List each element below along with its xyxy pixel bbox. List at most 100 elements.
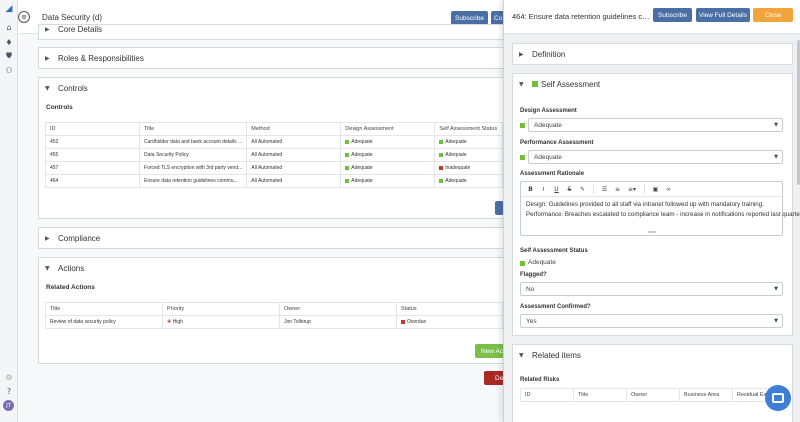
cell-method: All Automated xyxy=(246,135,342,149)
priority-high-icon: ✚ xyxy=(167,319,172,325)
rationale-editor[interactable]: B I U S ✎ ☰ ≡ ≡▾ ▣ ∞ Design: Guidelines … xyxy=(520,181,800,236)
cell-id: 452 xyxy=(45,135,140,149)
confirmed-select[interactable]: Yes ▼ xyxy=(520,314,783,328)
roles-header[interactable]: ▶ Roles & Responsibilities xyxy=(39,48,507,68)
definition-header[interactable]: ▶ Definition xyxy=(513,44,792,64)
column-header[interactable]: Title xyxy=(138,122,248,136)
section-title: Related items xyxy=(532,350,581,360)
cell-design: Adequate xyxy=(340,148,436,162)
bell-icon[interactable]: ♦ xyxy=(4,37,14,47)
table-row[interactable]: 457 Forced TLS encryption with 3rd party… xyxy=(45,161,503,175)
clear-format-icon[interactable]: ✎ xyxy=(577,184,588,194)
self-assessment-header[interactable]: ▼ Self Assessment xyxy=(513,74,792,94)
control-drawer: 464: Ensure data retention guidelines co… xyxy=(503,0,800,422)
status-square-icon xyxy=(439,165,444,170)
related-items-header[interactable]: ▼ Related items xyxy=(513,345,792,365)
chevron-down-icon: ▼ xyxy=(45,84,50,92)
shield-icon[interactable]: ⛊ xyxy=(4,51,14,61)
column-header[interactable]: Priority xyxy=(162,302,280,316)
design-assessment-select[interactable]: Adequate ▼ xyxy=(528,118,783,132)
avatar[interactable]: JT xyxy=(3,400,14,411)
underline-icon[interactable]: U xyxy=(551,184,562,194)
table-row[interactable]: 452 Cardholder data and bank account det… xyxy=(45,135,503,149)
status-square-icon xyxy=(439,152,444,157)
column-header[interactable]: Owner xyxy=(279,302,397,316)
help-icon[interactable]: ? xyxy=(4,386,14,396)
self-assessment-section: ▼ Self Assessment Design Assessment Adequ… xyxy=(512,73,800,336)
italic-icon[interactable]: I xyxy=(538,184,549,194)
section-title: Roles & Responsibilities xyxy=(58,53,144,63)
close-button[interactable]: Close xyxy=(753,8,793,22)
cell-self: Adequate xyxy=(434,174,503,188)
image-icon[interactable]: ▣ xyxy=(650,184,661,194)
related-actions-subheading: Related Actions xyxy=(46,284,95,291)
actions-table: Title Priority Owner Status Review of da… xyxy=(45,302,503,329)
cell-status: Overdue xyxy=(396,315,503,329)
actions-header[interactable]: ▼ Actions xyxy=(39,258,507,278)
related-items-section: ▼ Related items Related Risks ID Title Ow… xyxy=(512,344,793,422)
controls-header[interactable]: ▼ Controls xyxy=(39,78,507,98)
column-header[interactable]: Business Area xyxy=(679,388,733,402)
column-header[interactable]: ID xyxy=(520,388,574,402)
chevron-right-icon: ▶ xyxy=(45,54,50,62)
cell-title: Ensure data retention guidelines commu..… xyxy=(138,174,248,188)
section-title: Controls xyxy=(58,83,88,93)
table-row[interactable]: 455 Data Security Policy All Automated A… xyxy=(45,148,503,162)
bold-icon[interactable]: B xyxy=(525,184,536,194)
select-value: Yes xyxy=(526,317,537,325)
editor-toolbar: B I U S ✎ ☰ ≡ ≡▾ ▣ ∞ xyxy=(521,182,782,197)
column-header[interactable]: Title xyxy=(573,388,627,402)
section-title: Definition xyxy=(532,49,566,59)
flagged-label: Flagged? xyxy=(520,272,547,278)
link-icon[interactable]: ∞ xyxy=(663,184,674,194)
subscribe-button[interactable]: Subscribe xyxy=(451,11,488,25)
status-text: Adequate xyxy=(445,152,467,158)
status-square-icon xyxy=(401,319,405,324)
flagged-select[interactable]: No ▼ xyxy=(520,282,783,296)
column-header[interactable]: Status xyxy=(396,302,503,316)
home-icon[interactable]: ⌂ xyxy=(4,22,14,32)
column-header[interactable]: Self Assessment Status xyxy=(434,122,503,136)
column-header[interactable]: Title xyxy=(45,302,163,316)
design-assessment-label: Design Assessment xyxy=(520,108,577,114)
align-dropdown-icon[interactable]: ≡▾ xyxy=(625,184,639,194)
cell-method: All Automated xyxy=(246,161,342,175)
section-title[interactable]: Core Details xyxy=(58,25,102,34)
app-logo-icon[interactable]: ◢ xyxy=(4,4,14,14)
chat-launcher-icon[interactable] xyxy=(765,385,791,411)
table-row[interactable]: 464 Ensure data retention guidelines com… xyxy=(45,174,503,188)
bullet-list-icon[interactable]: ☰ xyxy=(599,184,610,194)
table-header-row: Title Priority Owner Status xyxy=(45,302,503,316)
performance-assessment-select[interactable]: Adequate ▼ xyxy=(528,150,783,164)
column-header[interactable]: Method xyxy=(246,122,342,136)
status-value: Adequate xyxy=(528,259,556,266)
select-value: Adequate xyxy=(534,153,562,161)
settings-icon[interactable]: ⚙ xyxy=(4,372,14,382)
status-text: Adequate xyxy=(351,165,373,171)
cell-title: Review of data security policy xyxy=(45,315,163,329)
definition-section: ▶ Definition xyxy=(512,43,793,65)
column-header[interactable]: Owner xyxy=(626,388,680,402)
menu-icon[interactable]: ≡ xyxy=(18,11,30,23)
compliance-header[interactable]: ▶ Compliance xyxy=(39,228,507,248)
status-text: Adequate xyxy=(445,139,467,145)
cell-self: Inadequate xyxy=(434,161,503,175)
strikethrough-icon[interactable]: S xyxy=(564,184,575,194)
cell-owner: Jon Tollerup xyxy=(279,315,397,329)
chevron-right-icon[interactable]: ▶ xyxy=(45,26,51,33)
status-square-icon xyxy=(520,261,525,266)
cell-method: All Automated xyxy=(246,174,342,188)
status-text: Adequate xyxy=(351,178,373,184)
column-header[interactable]: ID xyxy=(45,122,140,136)
table-row[interactable]: Review of data security policy ✚ High Jo… xyxy=(45,315,503,329)
chevron-down-icon: ▼ xyxy=(519,80,524,88)
column-header[interactable]: Design Assessment xyxy=(340,122,436,136)
left-rail: ◢ ⌂ ♦ ⛊ ⚇ ⚙ ? JT xyxy=(0,0,18,422)
network-icon[interactable]: ⚇ xyxy=(4,65,14,75)
view-full-details-button[interactable]: View Full Details xyxy=(696,8,750,22)
resize-handle[interactable] xyxy=(648,231,656,233)
cell-self: Adequate xyxy=(434,135,503,149)
drawer-subscribe-button[interactable]: Subscribe xyxy=(653,8,692,22)
performance-assessment-label: Performance Assessment xyxy=(520,140,594,146)
numbered-list-icon[interactable]: ≡ xyxy=(612,184,623,194)
